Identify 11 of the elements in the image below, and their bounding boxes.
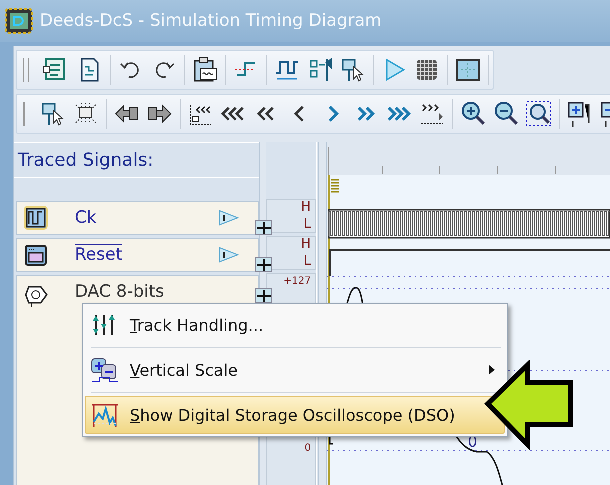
signal-name: DAC 8-bits <box>75 282 166 302</box>
signal-name: Reset <box>75 245 124 265</box>
panel-title: Traced Signals: <box>18 150 154 170</box>
signal-name: Ck <box>75 208 98 228</box>
scale-label: L <box>304 254 312 269</box>
scale-label: +127 <box>284 275 312 289</box>
scale-label: H <box>301 237 312 252</box>
scale-label: 0 <box>304 442 312 456</box>
window-title: Deeds-DcS - Simulation Timing Diagram <box>40 11 382 31</box>
scale-label: L <box>304 217 312 232</box>
scale-label: H <box>301 200 312 215</box>
